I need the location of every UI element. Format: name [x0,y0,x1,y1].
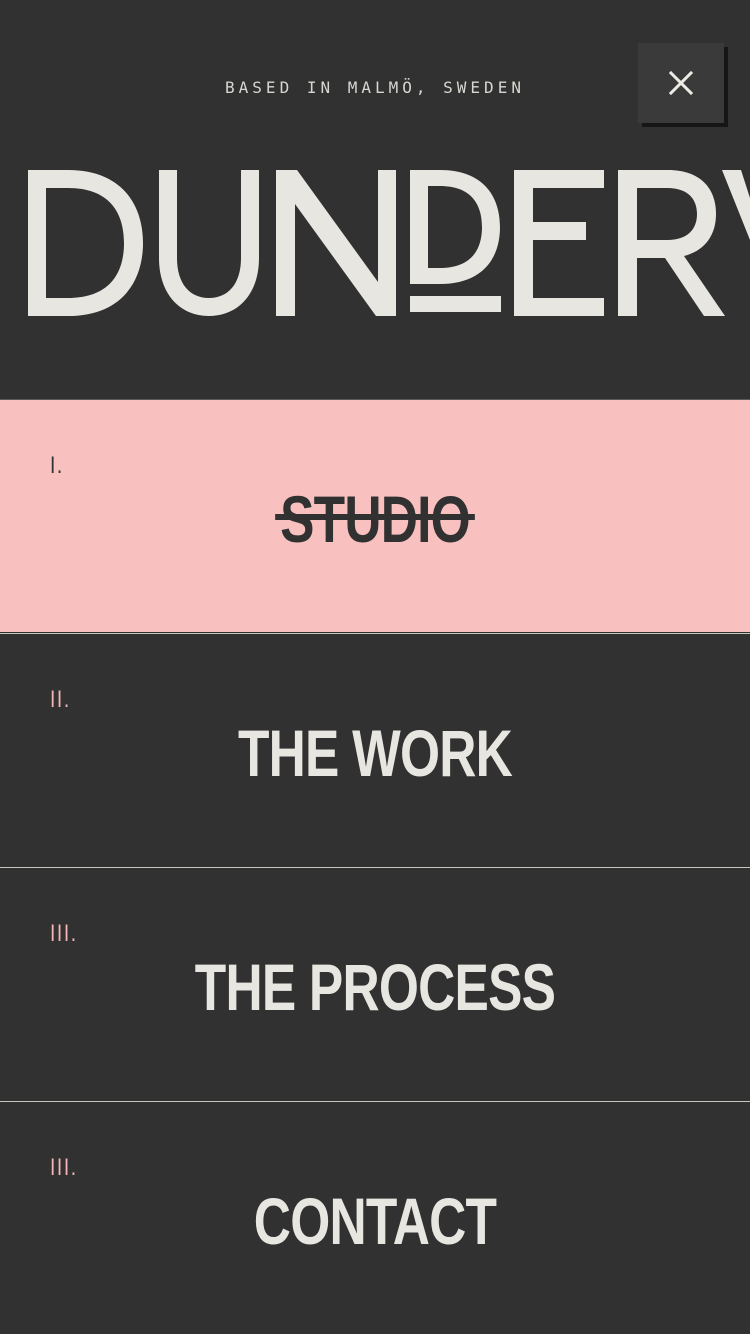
menu-item-contact[interactable]: III. CONTACT [0,1101,750,1334]
site-header: BASED IN MALMÖ, SWEDEN [0,0,750,399]
menu-item-studio[interactable]: I. STUDIO [0,399,750,632]
close-icon [669,71,693,95]
menu-item-numeral: III. [50,920,78,947]
close-menu-button[interactable] [638,43,724,123]
menu-item-numeral: III. [50,1154,78,1181]
menu-item-label: THE WORK [237,716,513,790]
menu-item-the-work[interactable]: II. THE WORK [0,633,750,866]
menu-item-numeral: I. [50,452,64,479]
menu-item-label: CONTACT [253,1184,497,1258]
menu-item-label: THE PROCESS [194,950,556,1024]
brand-logo[interactable] [0,150,750,340]
menu-item-numeral: II. [50,686,71,713]
strikethrough-line [275,514,475,520]
menu-item-the-process[interactable]: III. THE PROCESS [0,867,750,1100]
